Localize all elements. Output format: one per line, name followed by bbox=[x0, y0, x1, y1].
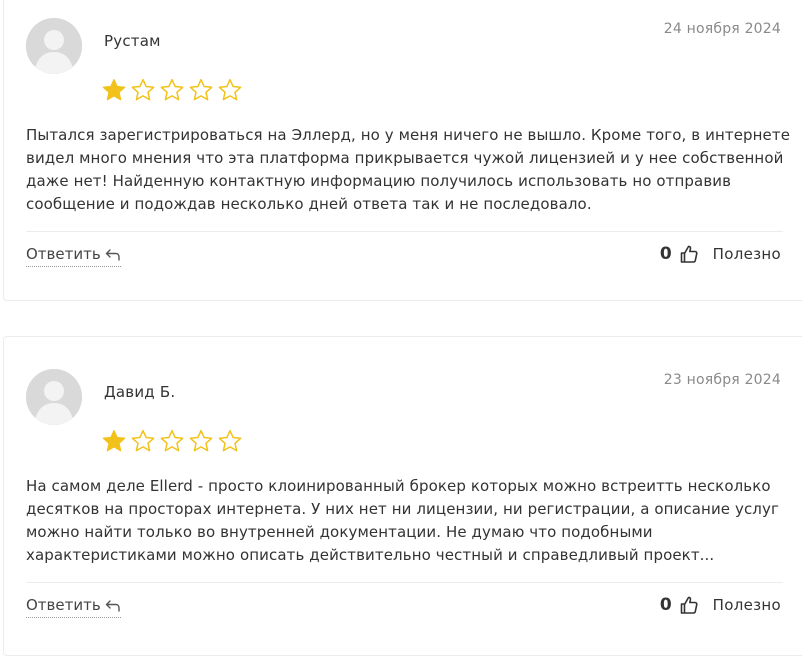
reply-label: Ответить bbox=[26, 596, 101, 614]
helpful-count: 0 bbox=[659, 244, 672, 264]
divider bbox=[26, 231, 783, 232]
reply-arrow-icon bbox=[105, 249, 120, 261]
review-date: 23 ноября 2024 bbox=[663, 372, 781, 388]
star-rating bbox=[101, 77, 243, 103]
user-avatar-icon bbox=[26, 18, 82, 74]
review-text: На самом деле Ellerd - просто клоинирова… bbox=[26, 477, 779, 564]
reply-label: Ответить bbox=[26, 245, 101, 263]
star-outline-icon bbox=[131, 429, 155, 452]
review-author: Давид Б. bbox=[104, 383, 176, 401]
star-outline-icon bbox=[189, 429, 213, 452]
review-text: Пытался зарегистрироваться на Эллерд, но… bbox=[26, 126, 791, 213]
star-filled-icon bbox=[102, 79, 126, 101]
star-outline-icon bbox=[160, 429, 184, 452]
thumbs-up-icon[interactable] bbox=[679, 244, 699, 264]
reply-button[interactable]: Ответить bbox=[26, 245, 121, 267]
helpful-section: 0 Полезно bbox=[660, 244, 781, 264]
reply-arrow-icon bbox=[105, 600, 120, 612]
helpful-button[interactable]: Полезно bbox=[713, 245, 781, 263]
avatar bbox=[26, 369, 82, 425]
avatar bbox=[26, 18, 82, 74]
star-outline-icon bbox=[131, 78, 155, 101]
star-outline-icon bbox=[189, 78, 213, 101]
star-outline-icon bbox=[218, 429, 242, 452]
helpful-button[interactable]: Полезно bbox=[713, 596, 781, 614]
divider bbox=[26, 582, 783, 583]
review-date: 24 ноября 2024 bbox=[663, 21, 781, 37]
helpful-section: 0 Полезно bbox=[660, 595, 781, 615]
review-card: Рустам 24 ноября 2024 Пытался зарегистри… bbox=[3, 0, 802, 301]
star-outline-icon bbox=[218, 78, 242, 101]
star-filled-icon bbox=[102, 430, 126, 452]
review-card: Давид Б. 23 ноября 2024 На самом деле El… bbox=[3, 336, 802, 656]
star-rating bbox=[101, 428, 243, 454]
review-author: Рустам bbox=[104, 32, 161, 50]
star-outline-icon bbox=[160, 78, 184, 101]
user-avatar-icon bbox=[26, 369, 82, 425]
thumbs-up-icon[interactable] bbox=[679, 595, 699, 615]
helpful-count: 0 bbox=[659, 595, 672, 615]
reply-button[interactable]: Ответить bbox=[26, 596, 121, 618]
